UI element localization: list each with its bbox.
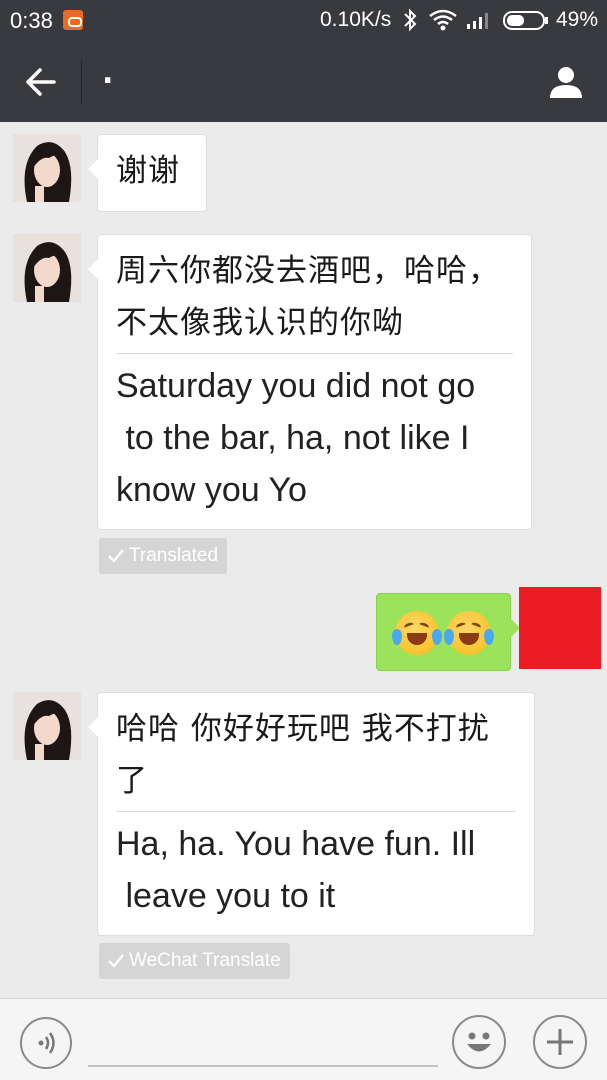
- contact-photo: [13, 234, 81, 302]
- emoji-button[interactable]: [452, 1015, 506, 1069]
- voice-input-icon: [38, 1032, 55, 1054]
- translation-line: Saturday you did not go: [116, 367, 476, 405]
- contact-avatar[interactable]: [13, 134, 81, 202]
- message-input[interactable]: [88, 1017, 438, 1067]
- checkmark-icon: [108, 954, 124, 968]
- smiley-icon: [467, 1032, 491, 1052]
- translation-divider: [116, 353, 513, 354]
- redacted-avatar[interactable]: [519, 587, 601, 669]
- wechat-translate-badge[interactable]: WeChat Translate: [99, 943, 290, 979]
- chat-header: .: [0, 42, 607, 122]
- wechat-translate-label: WeChat Translate: [129, 950, 281, 971]
- back-arrow-icon: [26, 68, 56, 96]
- chat-messages[interactable]: 谢谢 周六你都没去酒吧，哈哈， 不太像我认识的你呦 Saturday you d…: [0, 122, 607, 998]
- network-speed: 0.10K/s: [320, 8, 392, 31]
- message-bubble[interactable]: 哈哈 你好好玩吧 我不打扰 了 Ha, ha. You have fun. Il…: [88, 692, 535, 936]
- face-with-tears-of-joy-icon: [392, 611, 442, 655]
- header-divider: [81, 60, 82, 104]
- message-bubble[interactable]: 周六你都没去酒吧，哈哈， 不太像我认识的你呦 Saturday you did …: [88, 234, 532, 530]
- battery-percent: 49%: [556, 8, 599, 31]
- message-text-line: 不太像我认识的你呦: [116, 305, 404, 341]
- battery-icon: [503, 11, 549, 30]
- contact-photo: [13, 692, 81, 760]
- chat-title: .: [102, 56, 114, 91]
- orange-app-icon: [63, 10, 83, 30]
- translated-badge-label: Translated: [129, 545, 219, 566]
- message-bubble[interactable]: 谢谢: [88, 134, 207, 212]
- translation-line: know you Yo: [116, 471, 307, 509]
- input-bar: [0, 998, 607, 1080]
- face-with-tears-of-joy-icon: [444, 611, 494, 655]
- translation-line: leave you to it: [116, 877, 336, 915]
- message-text: 谢谢: [116, 153, 180, 189]
- back-button[interactable]: [20, 62, 62, 102]
- translation-divider: [116, 811, 516, 812]
- status-bar: 0:38 0.10K/s 49%: [0, 0, 607, 42]
- message-text-line: 了: [116, 763, 148, 799]
- plus-icon: [547, 1029, 573, 1055]
- person-icon: [550, 67, 582, 98]
- outgoing-message-bubble[interactable]: [376, 593, 520, 671]
- profile-button[interactable]: [546, 62, 586, 102]
- translation-line: Ha, ha. You have fun. Ill: [116, 825, 476, 863]
- contact-avatar[interactable]: [13, 692, 81, 760]
- message-text-line: 周六你都没去酒吧，哈哈，: [116, 253, 500, 289]
- contact-avatar[interactable]: [13, 234, 81, 302]
- contact-photo: [13, 134, 81, 202]
- signal-icon: [466, 10, 492, 30]
- wifi-icon: [428, 9, 458, 31]
- bluetooth-icon: [402, 7, 418, 39]
- checkmark-icon: [108, 549, 124, 563]
- status-time: 0:38: [10, 8, 53, 33]
- translated-badge[interactable]: Translated: [99, 538, 228, 574]
- voice-input-button[interactable]: [20, 1017, 72, 1069]
- more-options-button[interactable]: [533, 1015, 587, 1069]
- translation-line: to the bar, ha, not like I: [116, 419, 470, 457]
- message-text-line: 哈哈 你好好玩吧 我不打扰: [116, 711, 490, 747]
